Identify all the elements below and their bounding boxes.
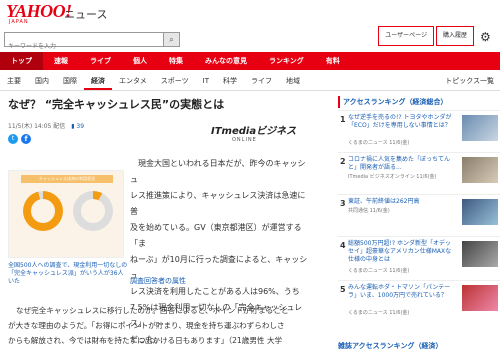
ranking-thumbnail [462, 157, 498, 183]
ranking-sidebar: アクセスランキング（経済総合） 1 なぜ逆手を売るの!? トヨタやホンダが「EC… [338, 96, 500, 316]
ranking-item-title: みんな運転ホダ・トマソン「パンテーラ」いま、1000万円で売れている？ [348, 284, 451, 299]
ranking-item-source: ITmedia ビジネスオンライン 11/6(金) [348, 174, 437, 180]
body-line: レス推進策により、キャッシュレス決済は急速に普 [130, 191, 306, 216]
site-header: YAHOO! JAPAN ニュース [0, 0, 500, 28]
facebook-share-icon[interactable]: f [21, 134, 31, 144]
article-figure[interactable]: キャッシュレス決済の利用状況 [8, 170, 124, 258]
ranking-number: 1 [340, 115, 346, 124]
tab-main[interactable]: 主要 [0, 71, 28, 90]
ranking-item[interactable]: 5 みんな運転ホダ・トマソン「パンテーラ」いま、1000万円で売れている？ くる… [338, 280, 500, 320]
ranking-item[interactable]: 3 東証、午前終値は262円高 共同通信 11/6(金) [338, 194, 500, 234]
category-nav: 主要 国内 国際 経済 エンタメ スポーツ IT 科学 ライフ 地域 [0, 71, 500, 91]
ranking-thumbnail [462, 199, 498, 225]
body-line: 及を始めている。GV（東京都港区）が運営する「ま [130, 223, 302, 248]
nav-item-individual[interactable]: 個人 [122, 52, 158, 70]
ranking-title[interactable]: アクセスランキング（経済総合） [338, 96, 500, 108]
twitter-share-icon[interactable]: t [8, 134, 18, 144]
body-line: 現金大国といわれる日本だが、昨今のキャッシュ [130, 159, 306, 184]
ranking-number: 5 [340, 285, 346, 294]
body-line: からも解放され、今では財布を持たずに出かける日もあります」（21歳男性 大学 [8, 336, 283, 345]
ranking-thumbnail [462, 115, 498, 141]
ranking-item-title: 東証、午前終値は262円高 [348, 198, 420, 205]
header-links: ユーザーページ 購入履歴 [376, 26, 474, 46]
nav-item-breaking[interactable]: 速報 [43, 52, 79, 70]
body-line: レス決済を利用したことがある人は96%、うち [130, 287, 300, 296]
ranking-thumbnail [462, 241, 498, 267]
donut-chart-right [73, 191, 113, 231]
source-logo-sub: ONLINE [232, 137, 257, 143]
tab-science[interactable]: 科学 [216, 71, 244, 90]
article-meta: 11/5(木) 14:05 配信 ▮ 39 [8, 121, 84, 130]
tab-international[interactable]: 国際 [56, 71, 84, 90]
ranking-item[interactable]: 4 総額500万円超!? ホンダ新型「オデッセイ」超豪華なアメリカン仕様MAXな… [338, 236, 500, 276]
nav-item-opinions[interactable]: みんなの意見 [194, 52, 258, 70]
figure-title: キャッシュレス決済の利用状況 [21, 175, 113, 183]
section-title[interactable]: ニュース [64, 6, 107, 22]
yahoo-logo-sub: JAPAN [9, 19, 29, 25]
ranking-item[interactable]: 2 コロナ禍に人気を集めた「ぼっちてんと」開発者が語る... ITmedia ビ… [338, 152, 500, 192]
tab-entertainment[interactable]: エンタメ [112, 71, 154, 90]
yahoo-logo[interactable]: YAHOO! [6, 2, 72, 20]
ranking-item-title: 総額500万円超!? ホンダ新型「オデッセイ」超豪華なアメリカン仕様MAXな仕様… [348, 240, 452, 263]
share-buttons: t f [8, 134, 31, 144]
ranking-thumbnail [462, 285, 498, 311]
purchase-history-link[interactable]: 購入履歴 [435, 26, 474, 46]
topics-list-link[interactable]: トピックス一覧 [445, 71, 494, 91]
comment-icon: ▮ [71, 123, 75, 130]
body-line: が大きな理由のようだ。「お得にポイントが貯まり、現金を持ち運ぶわずらわしさ [8, 321, 285, 330]
nav-item-top[interactable]: トップ [0, 52, 43, 70]
source-logo[interactable]: ITmediaビジネス [211, 122, 296, 137]
ranking-number: 4 [340, 241, 346, 250]
article-headline: なぜ？ “完全キャッシュレス民”の実態とは [8, 98, 225, 111]
ranking-number: 3 [340, 199, 346, 208]
ranking-item-source: くるまのニュース 11/6(金) [348, 310, 410, 316]
ranking-item-source: くるまのニュース 11/6(金) [348, 140, 410, 146]
comment-count-link[interactable]: ▮ 39 [71, 123, 84, 130]
figure-caption[interactable]: 全国500人への調査で、現金利用一切なしの「完全キャッシュレス派」がいう人が36… [8, 262, 128, 286]
search-box: ⌕ [4, 32, 180, 53]
ranking-number: 2 [340, 157, 346, 166]
user-page-link[interactable]: ユーザーページ [378, 26, 434, 46]
ranking-item-source: くるまのニュース 11/6(金) [348, 268, 410, 274]
body-line: なぜ完全キャッシュレスに移行したのか。回答によると、ポイントが貯まること [16, 306, 289, 315]
donut-chart-left [23, 191, 63, 231]
tab-sports[interactable]: スポーツ [154, 71, 196, 90]
tab-local[interactable]: 地域 [279, 71, 307, 90]
tab-it[interactable]: IT [196, 71, 216, 90]
tab-domestic[interactable]: 国内 [28, 71, 56, 90]
ranking-item-title: コロナ禍に人気を集めた「ぼっちてんと」開発者が語る... [348, 156, 451, 171]
ranking-item-source: 共同通信 11/6(金) [348, 208, 390, 214]
nav-item-ranking[interactable]: ランキング [258, 52, 315, 70]
article-body-continued: なぜ完全キャッシュレスに移行したのか。回答によると、ポイントが貯まること が大き… [8, 303, 328, 348]
nav-item-feature[interactable]: 特集 [158, 52, 194, 70]
comment-count: 39 [76, 123, 85, 130]
nav-item-paid[interactable]: 有料 [315, 52, 351, 70]
tab-economy[interactable]: 経済 [84, 71, 112, 90]
main-nav: トップ 速報 ライブ 個人 特集 みんなの意見 ランキング 有料 [0, 52, 500, 70]
article-date: 11/5(木) 14:05 配信 [8, 123, 66, 130]
gear-icon[interactable]: ⚙ [480, 30, 491, 44]
search-icon[interactable]: ⌕ [163, 33, 179, 46]
nav-item-live[interactable]: ライブ [79, 52, 122, 70]
respondent-attributes-link[interactable]: 調査回答者の属性 [130, 276, 186, 286]
tab-life[interactable]: ライフ [244, 71, 279, 90]
ranking-item-title: なぜ逆手を売るの!? トヨタやホンダが「ECO」だけを専用しない事情とは？ [348, 114, 452, 129]
ranking-item[interactable]: 1 なぜ逆手を売るの!? トヨタやホンダが「ECO」だけを専用しない事情とは？ … [338, 110, 500, 150]
